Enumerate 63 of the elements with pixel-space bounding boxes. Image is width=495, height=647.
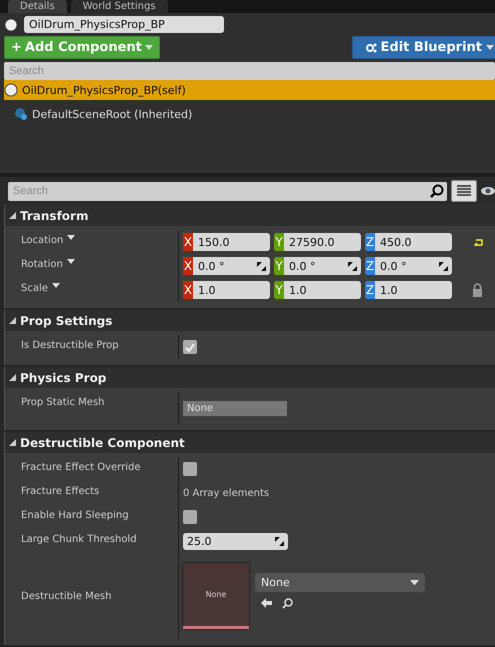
number-field[interactable]: Y 0.0 °	[274, 257, 361, 275]
actor-icon	[4, 18, 18, 32]
dropdown-caret-icon	[66, 259, 75, 264]
panel-tab[interactable]: Details	[8, 0, 67, 14]
number-field[interactable]: 25.0	[183, 532, 288, 550]
dropdown-caret-icon	[52, 283, 60, 288]
asset-thumbnail[interactable]: None	[183, 563, 249, 629]
search-field[interactable]: Search	[8, 182, 447, 200]
property-label: Rotation	[21, 259, 63, 270]
number-field[interactable]: X 1.0	[183, 281, 270, 299]
eye-icon[interactable]	[481, 186, 495, 196]
number-field[interactable]: Z 450.0	[365, 233, 452, 251]
checkbox[interactable]	[183, 510, 197, 524]
search-icon[interactable]	[282, 598, 293, 609]
dropdown-caret-icon	[67, 235, 76, 240]
caret-icon	[410, 580, 419, 586]
caret-icon	[144, 45, 153, 50]
number-field[interactable]: Z 1.0	[365, 281, 452, 299]
drag-icon[interactable]	[257, 262, 266, 270]
property-label: Large Chunk Threshold	[21, 534, 137, 545]
edit-blueprint-button[interactable]: Edit Blueprint	[352, 36, 495, 60]
number-field[interactable]: Z 0.0 °	[365, 257, 452, 275]
property-label: Location	[21, 235, 64, 246]
asset-dropdown[interactable]: None	[255, 573, 425, 592]
drag-icon[interactable]	[275, 536, 284, 546]
actor-name-field[interactable]: OilDrum_PhysicsProp_BP	[24, 16, 224, 34]
search-icon[interactable]	[430, 184, 444, 198]
list-icon	[457, 185, 471, 197]
section-title[interactable]: Transform	[20, 208, 88, 222]
collapse-arrow-icon[interactable]	[9, 212, 16, 219]
search-field[interactable]: Search	[4, 62, 495, 80]
gears-icon	[364, 42, 377, 54]
drag-icon[interactable]	[348, 262, 357, 270]
collapse-arrow-icon[interactable]	[9, 374, 16, 381]
collapse-arrow-icon[interactable]	[9, 317, 16, 324]
component-item[interactable]: DefaultSceneRoot (Inherited)	[4, 104, 495, 124]
lock-icon[interactable]	[472, 283, 483, 297]
property-label: Enable Hard Sleeping	[21, 510, 129, 521]
panel-tab[interactable]: World Settings	[70, 0, 168, 14]
caret-icon	[486, 45, 494, 50]
property-label: Fracture Effect Override	[21, 462, 140, 473]
drag-icon[interactable]	[439, 262, 448, 270]
property-label: Scale	[21, 283, 48, 294]
arrow-left-icon[interactable]	[261, 598, 272, 608]
property-label: Fracture Effects	[21, 486, 100, 497]
checkbox[interactable]	[183, 340, 197, 354]
number-field[interactable]: Y 27590.0	[274, 233, 361, 251]
grid-view-button[interactable]	[451, 180, 477, 202]
section-title[interactable]: Physics Prop	[20, 370, 106, 384]
property-label: Is Destructible Prop	[21, 340, 119, 351]
section-title[interactable]: Prop Settings	[20, 314, 112, 328]
sphere-icon	[4, 83, 18, 98]
number-field[interactable]: X 0.0 °	[183, 257, 270, 275]
spheres-icon	[14, 107, 28, 122]
checkbox[interactable]	[183, 462, 197, 476]
property-label: Destructible Mesh	[21, 590, 112, 602]
array-count: 0 Array elements	[183, 488, 270, 498]
number-field[interactable]: X 150.0	[183, 233, 270, 251]
collapse-arrow-icon[interactable]	[9, 439, 16, 446]
number-field[interactable]: Y 1.0	[274, 281, 361, 299]
property-label: Prop Static Mesh	[21, 397, 104, 408]
component-item[interactable]: OilDrum_PhysicsProp_BP(self)	[4, 80, 495, 100]
reset-arrow-icon[interactable]	[474, 238, 483, 246]
